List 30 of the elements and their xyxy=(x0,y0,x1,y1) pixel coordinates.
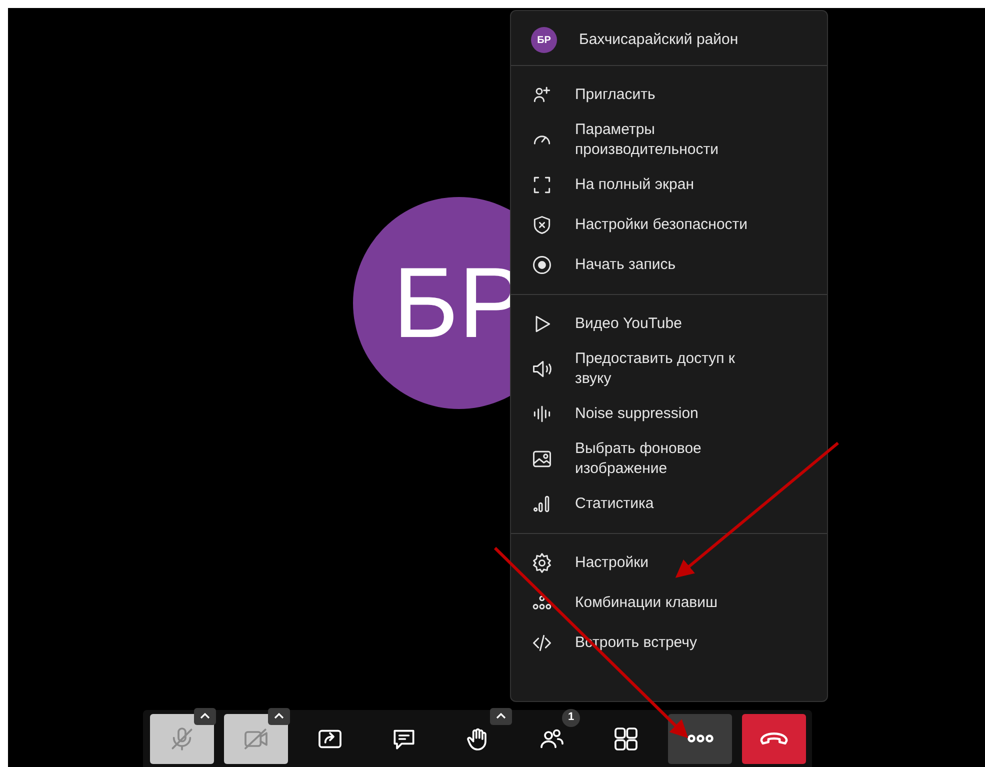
participant-count-badge: 1 xyxy=(562,708,580,726)
waveform-icon xyxy=(531,403,553,425)
caret-button[interactable] xyxy=(268,708,290,724)
code-icon xyxy=(531,632,553,654)
speaker-icon xyxy=(531,358,553,380)
toolbar-button[interactable] xyxy=(668,714,732,764)
shield-icon xyxy=(531,214,553,236)
menu-item[interactable]: Параметры производительности xyxy=(511,115,827,165)
toolbar-button[interactable] xyxy=(224,714,288,764)
toolbar-button[interactable] xyxy=(150,714,214,764)
caret-button[interactable] xyxy=(490,708,512,724)
image-icon xyxy=(531,448,553,470)
caret-icon xyxy=(273,712,285,720)
caret-icon xyxy=(199,712,211,720)
more-icon xyxy=(686,734,714,743)
record-icon xyxy=(531,254,553,276)
tile-view-icon xyxy=(612,724,640,752)
user-name: Бахчисарайский район xyxy=(579,30,738,50)
menu-item[interactable]: Настройки xyxy=(511,543,827,583)
caret-button[interactable] xyxy=(194,708,216,724)
fullscreen-icon xyxy=(531,174,553,196)
user-avatar: БР xyxy=(531,27,557,53)
hang-up-icon xyxy=(760,732,788,745)
menu-item[interactable]: Комбинации клавиш xyxy=(511,583,827,623)
caret-icon xyxy=(495,712,507,720)
menu-item[interactable]: Выбрать фоновое изображение xyxy=(511,434,827,484)
gear-icon xyxy=(531,552,553,574)
menu-item[interactable]: Пригласить xyxy=(511,75,827,115)
menu-item[interactable]: Статистика xyxy=(511,484,827,524)
hang-up-button[interactable] xyxy=(742,714,806,764)
